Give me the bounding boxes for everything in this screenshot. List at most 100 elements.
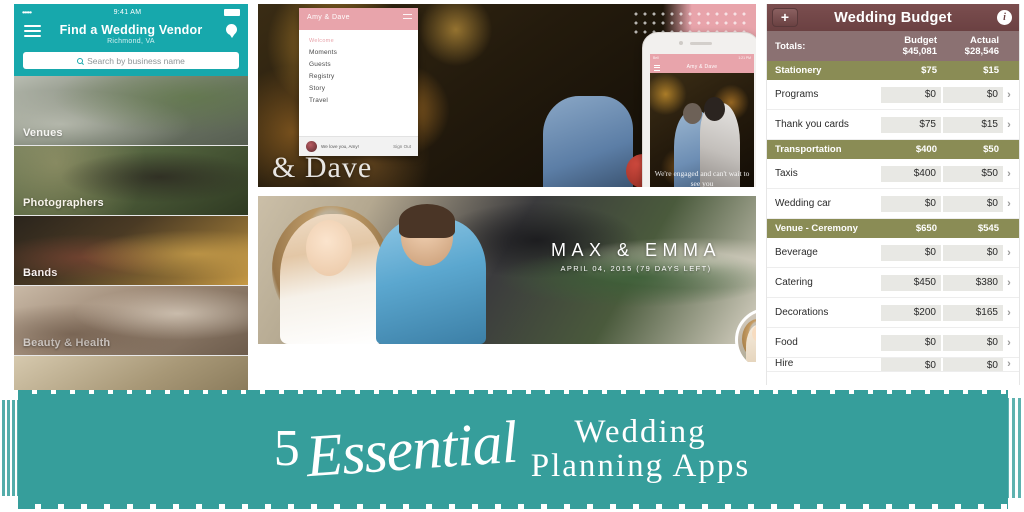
item-actual-value[interactable]: $15 xyxy=(943,116,1003,133)
wedding-website-header: MAX & EMMA APRIL 04, 2015 (79 DAYS LEFT) xyxy=(258,196,756,362)
budget-item-row[interactable]: Beverage $0 $0 › xyxy=(767,238,1019,268)
item-actual-value[interactable]: $0 xyxy=(943,334,1003,351)
item-budget-value[interactable]: $0 xyxy=(881,195,941,212)
item-name: Hire xyxy=(775,358,794,369)
item-budget-value[interactable]: $450 xyxy=(881,274,941,291)
category-budget: $400 xyxy=(915,144,937,155)
item-name: Wedding car xyxy=(775,198,831,209)
item-budget-value[interactable]: $200 xyxy=(881,304,941,321)
category-label: Photographers xyxy=(23,197,104,209)
hamburger-icon[interactable] xyxy=(24,25,41,40)
budget-item-row[interactable]: Programs $0 $0 › xyxy=(767,80,1019,110)
item-budget-value[interactable]: $0 xyxy=(881,334,941,351)
figure-head-right xyxy=(704,97,725,121)
budget-item-row[interactable]: Thank you cards $75 $15 › xyxy=(767,110,1019,140)
wedding-date-countdown: APRIL 04, 2015 (79 DAYS LEFT) xyxy=(560,264,712,273)
phone-status-bar: Bell 1:21 PM xyxy=(650,54,754,61)
hamburger-icon[interactable] xyxy=(654,65,660,72)
chevron-right-icon[interactable]: › xyxy=(1003,119,1015,131)
drawer-welcome-label: Welcome xyxy=(309,38,334,44)
speaker-grille xyxy=(690,42,712,45)
item-actual-value[interactable]: $380 xyxy=(943,274,1003,291)
category-tile-next[interactable] xyxy=(14,356,248,390)
item-name: Taxis xyxy=(775,168,798,179)
chevron-right-icon[interactable]: › xyxy=(1003,89,1015,101)
couple-names: MAX & EMMA xyxy=(550,240,721,260)
budget-header: + Wedding Budget i xyxy=(767,4,1019,31)
category-tile-bands[interactable]: Bands xyxy=(14,216,248,286)
category-tile-photographers[interactable]: Photographers xyxy=(14,146,248,216)
budget-category-row[interactable]: Venue - Ceremony $650 $545 xyxy=(767,219,1019,238)
category-name: Venue - Ceremony xyxy=(775,223,858,234)
carrier-label: Bell xyxy=(653,55,659,60)
drawer-item-guests[interactable]: Guests xyxy=(299,56,418,68)
drawer-item-story[interactable]: Story xyxy=(299,80,418,92)
budget-item-row[interactable]: Taxis $400 $50 › xyxy=(767,159,1019,189)
phone-mockup: Bell 1:21 PM Amy & Dave We're engaged an… xyxy=(642,32,756,187)
category-tile-venues[interactable]: Venues xyxy=(14,76,248,146)
budget-row-list[interactable]: Stationery $75 $15 Programs $0 $0 › Thank you c… xyxy=(767,61,1019,372)
status-bar: ••••• 9:41 AM xyxy=(14,4,248,20)
phone-time-label: 1:21 PM xyxy=(738,55,751,60)
page-subtitle: Richmond, VA xyxy=(107,38,155,45)
info-icon[interactable]: i xyxy=(997,10,1012,25)
item-budget-value[interactable]: $0 xyxy=(881,358,941,371)
search-icon xyxy=(77,57,84,64)
chevron-right-icon[interactable]: › xyxy=(1003,307,1015,319)
phone-screen: Bell 1:21 PM Amy & Dave We're engaged an… xyxy=(650,54,754,187)
item-actual-value[interactable]: $0 xyxy=(943,244,1003,261)
collapse-arrows-icon[interactable] xyxy=(403,14,412,22)
item-budget-value[interactable]: $0 xyxy=(881,244,941,261)
drawer-title: Amy & Dave xyxy=(307,14,350,21)
chevron-right-icon[interactable]: › xyxy=(1003,198,1015,210)
budget-category-row[interactable]: Stationery $75 $15 xyxy=(767,61,1019,80)
budget-column-header: Budget xyxy=(904,35,937,46)
budget-item-row[interactable]: Decorations $200 $165 › xyxy=(767,298,1019,328)
map-pin-icon[interactable] xyxy=(226,24,237,38)
category-tile-beauty-health[interactable]: Beauty & Health xyxy=(14,286,248,356)
actual-column-header: Actual xyxy=(969,35,999,46)
item-budget-value[interactable]: $75 xyxy=(881,116,941,133)
budget-item-row[interactable]: Catering $450 $380 › xyxy=(767,268,1019,298)
chevron-right-icon[interactable]: › xyxy=(1003,277,1015,289)
budget-item-row[interactable]: Wedding car $0 $0 › xyxy=(767,189,1019,219)
item-actual-value[interactable]: $165 xyxy=(943,304,1003,321)
item-actual-value[interactable]: $50 xyxy=(943,165,1003,182)
app-title: Wedding Budget xyxy=(834,9,952,26)
category-budget: $75 xyxy=(921,65,937,76)
item-name: Beverage xyxy=(775,247,818,258)
figure-head-left xyxy=(683,103,702,124)
drawer-item-moments[interactable]: Moments xyxy=(299,44,418,56)
app-collage: ••••• 9:41 AM Find a Wedding Vendor Rich… xyxy=(0,0,1024,390)
add-button[interactable]: + xyxy=(772,8,798,27)
photo-figure xyxy=(543,96,633,187)
phone-nav-title: Amy & Dave xyxy=(686,64,718,70)
signal-dots-icon: ••••• xyxy=(22,7,32,17)
banner-line-1: Wedding xyxy=(574,414,707,450)
navigation-drawer: Amy & Dave Welcome Moments Guests Regist… xyxy=(299,8,418,156)
banner-script-word: Essential xyxy=(303,408,519,490)
budget-item-row[interactable]: Food $0 $0 › xyxy=(767,328,1019,358)
drawer-item-registry[interactable]: Registry xyxy=(299,68,418,80)
item-actual-value[interactable]: $0 xyxy=(943,358,1003,371)
budget-item-row[interactable]: Hire $0 $0 › xyxy=(767,358,1019,372)
drawer-item-travel[interactable]: Travel xyxy=(299,92,418,104)
chevron-right-icon[interactable]: › xyxy=(1003,247,1015,259)
sign-out-button[interactable]: Sign Out xyxy=(393,144,411,149)
budget-category-row[interactable]: Transportation $400 $50 xyxy=(767,140,1019,159)
banner-text-group: 5 Essential Wedding Planning Apps xyxy=(0,386,1024,512)
search-input[interactable]: Search by business name xyxy=(23,52,239,69)
chevron-right-icon[interactable]: › xyxy=(1003,168,1015,180)
item-budget-value[interactable]: $0 xyxy=(881,86,941,103)
item-budget-value[interactable]: $400 xyxy=(881,165,941,182)
totals-budget-column: Budget $45,081 xyxy=(875,35,937,57)
vendor-navbar: Find a Wedding Vendor Richmond, VA xyxy=(14,20,248,50)
chevron-right-icon[interactable]: › xyxy=(1003,358,1015,370)
item-actual-value[interactable]: $0 xyxy=(943,86,1003,103)
category-actual: $545 xyxy=(977,223,999,234)
couple-name-overlay: & Dave xyxy=(272,151,373,184)
chevron-right-icon[interactable]: › xyxy=(1003,337,1015,349)
category-label: Venues xyxy=(23,127,63,139)
drawer-header: Amy & Dave xyxy=(299,8,418,30)
item-actual-value[interactable]: $0 xyxy=(943,195,1003,212)
